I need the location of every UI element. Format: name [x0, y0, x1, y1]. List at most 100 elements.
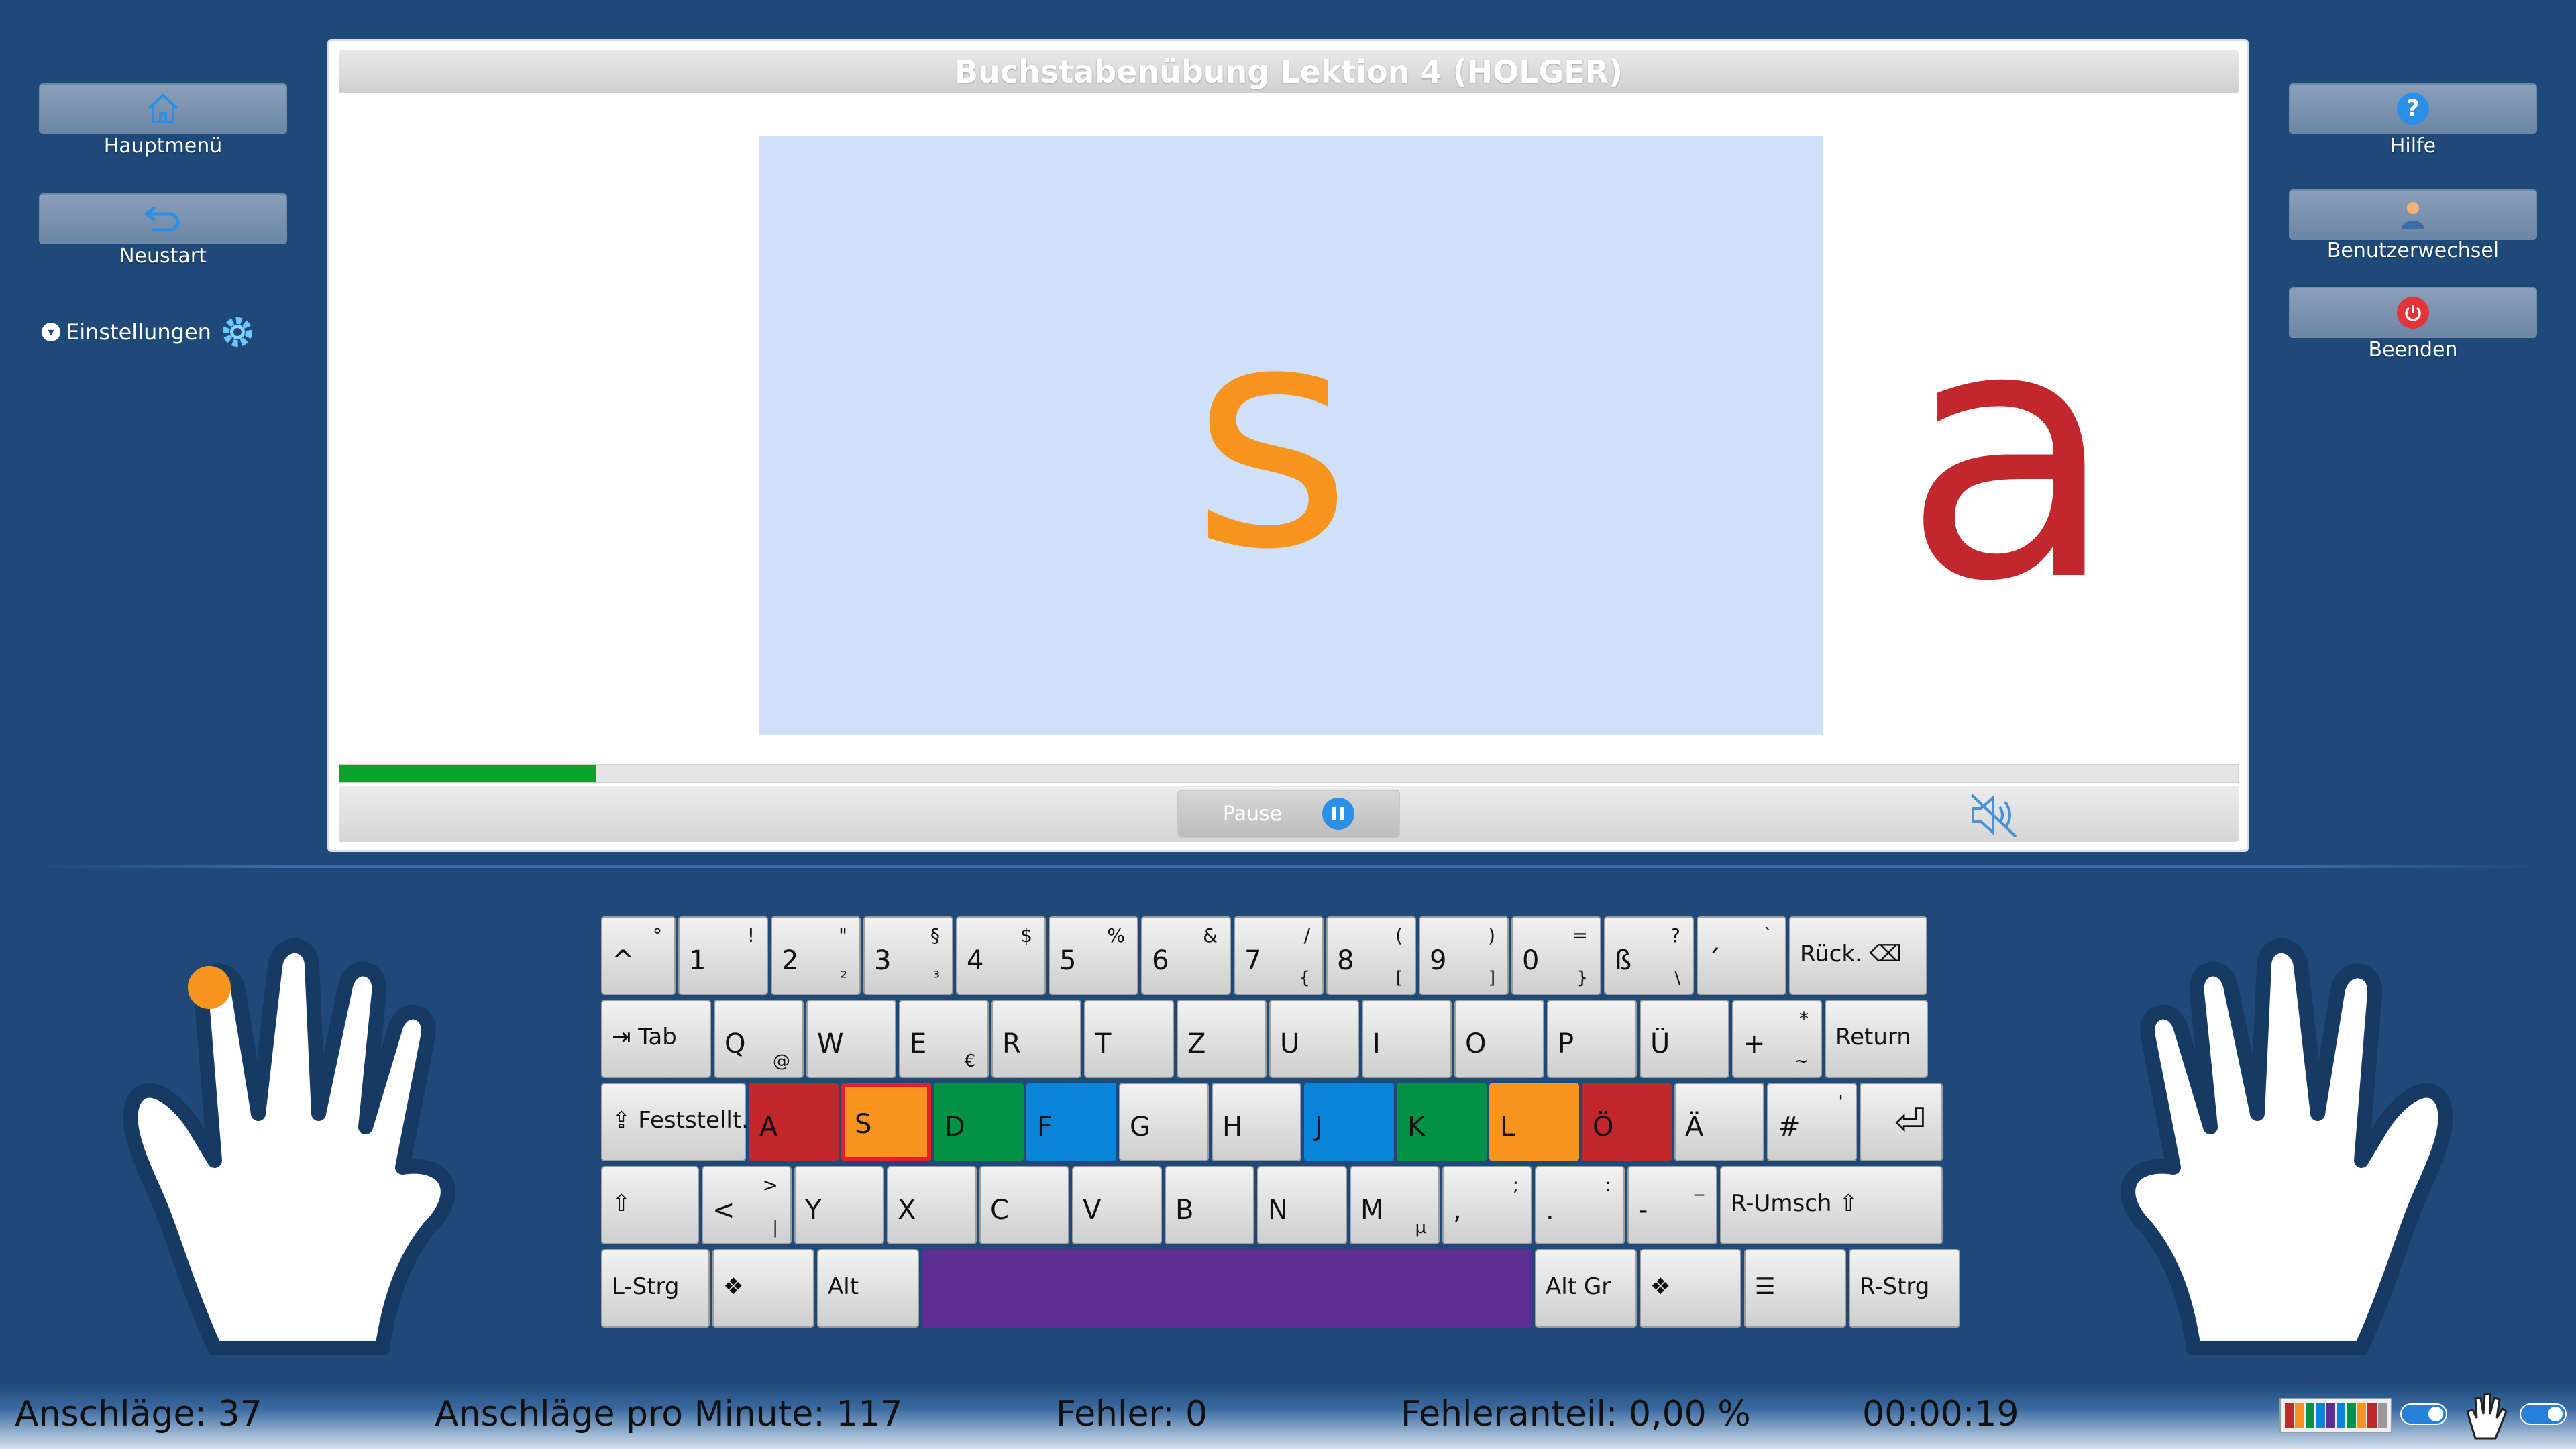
- key-1-13[interactable]: Return: [1825, 1000, 1928, 1078]
- key-shift-label: (: [1395, 924, 1403, 947]
- key-altgr-label: [: [1395, 968, 1403, 988]
- key-main-label: C: [990, 1195, 1009, 1226]
- key-2-5[interactable]: G: [1119, 1083, 1209, 1161]
- key-main-label: Ä: [1685, 1112, 1704, 1142]
- restart-button[interactable]: [39, 193, 287, 244]
- key-0-1[interactable]: 1!: [678, 916, 768, 995]
- keyboard-view-icon[interactable]: [2279, 1398, 2392, 1433]
- undo-arrow-icon: [144, 206, 180, 232]
- key-4-5[interactable]: ❖: [1640, 1249, 1741, 1328]
- key-0-12[interactable]: ´ `: [1697, 916, 1786, 995]
- key-3-0[interactable]: ⇧: [601, 1166, 699, 1244]
- key-2-12[interactable]: # ': [1767, 1083, 1857, 1161]
- keystrokes-per-minute: Anschläge pro Minute: 117: [435, 1394, 903, 1434]
- main-menu-button[interactable]: [39, 83, 287, 134]
- key-main-label: E: [910, 1028, 927, 1059]
- key-3-4[interactable]: C: [979, 1166, 1069, 1244]
- exercise-panel: Buchstabenübung Lektion 4 (HOLGER) s a P…: [327, 39, 2249, 852]
- key-2-1[interactable]: A: [749, 1083, 839, 1161]
- settings-label: Einstellungen: [66, 319, 211, 345]
- restart-label: Neustart: [119, 244, 207, 268]
- key-2-10[interactable]: Ö: [1582, 1083, 1672, 1161]
- key-4-3[interactable]: [922, 1249, 1532, 1328]
- key-0-11[interactable]: ß? \: [1604, 916, 1694, 995]
- key-label: ❖: [723, 1273, 744, 1300]
- key-2-8[interactable]: K: [1397, 1083, 1487, 1161]
- key-main-label: Q: [724, 1028, 746, 1059]
- key-0-8[interactable]: 8 ([: [1326, 916, 1416, 995]
- key-label: ⇥ Tab: [612, 1024, 677, 1051]
- quit-button[interactable]: [2289, 287, 2537, 338]
- home-icon: [148, 93, 178, 123]
- keyboard-toggle[interactable]: [2400, 1403, 2447, 1425]
- key-0-3[interactable]: 3 § ³: [863, 916, 953, 995]
- key-0-13[interactable]: Rück. ⌫: [1789, 916, 1927, 995]
- hands-toggle[interactable]: [2520, 1403, 2567, 1425]
- exercise-title: Buchstabenübung Lektion 4 (HOLGER): [339, 50, 2239, 93]
- key-3-12[interactable]: R-Umsch ⇧: [1720, 1166, 1943, 1244]
- key-4-0[interactable]: L-Strg: [601, 1249, 710, 1328]
- key-0-5[interactable]: 5%: [1049, 916, 1138, 995]
- key-1-11[interactable]: Ü: [1640, 1000, 1729, 1078]
- current-letter: s: [1191, 258, 1352, 617]
- key-3-1[interactable]: < > |: [702, 1166, 792, 1244]
- key-1-5[interactable]: T: [1084, 1000, 1174, 1078]
- key-4-1[interactable]: ❖: [712, 1249, 814, 1328]
- key-2-6[interactable]: H: [1212, 1083, 1301, 1161]
- key-3-2[interactable]: Y: [794, 1166, 884, 1244]
- key-0-6[interactable]: 6 &: [1141, 916, 1231, 995]
- key-0-4[interactable]: 4 $: [956, 916, 1046, 995]
- key-0-0[interactable]: ^ °: [601, 916, 676, 995]
- key-2-2[interactable]: S: [841, 1083, 931, 1161]
- pause-button[interactable]: Pause: [1177, 790, 1400, 838]
- key-1-10[interactable]: P: [1547, 1000, 1637, 1078]
- help-label: Hilfe: [2390, 134, 2436, 158]
- key-0-10[interactable]: 0 =}: [1511, 916, 1601, 995]
- key-2-4[interactable]: F: [1026, 1083, 1116, 1161]
- key-altgr-label: {: [1299, 968, 1310, 988]
- key-1-7[interactable]: U: [1269, 1000, 1359, 1078]
- key-3-5[interactable]: V: [1072, 1166, 1162, 1244]
- key-3-7[interactable]: N: [1257, 1166, 1347, 1244]
- key-4-7[interactable]: R-Strg: [1849, 1249, 1960, 1328]
- key-3-9[interactable]: ,;: [1442, 1166, 1532, 1244]
- switch-user-button[interactable]: [2289, 189, 2537, 240]
- key-2-0[interactable]: ⇪ Feststellt.: [601, 1083, 749, 1161]
- sound-muted-icon[interactable]: [1968, 790, 2021, 841]
- switch-user-label: Benutzerwechsel: [2326, 239, 2500, 262]
- key-label: ⇧: [612, 1190, 631, 1217]
- key-0-9[interactable]: 9)]: [1419, 916, 1509, 995]
- key-3-8[interactable]: Mµ: [1350, 1166, 1440, 1244]
- key-main-label: ´: [1707, 945, 1721, 976]
- key-1-4[interactable]: R: [991, 1000, 1081, 1078]
- key-4-4[interactable]: Alt Gr: [1535, 1249, 1637, 1328]
- key-label: ⇪ Feststellt.: [612, 1107, 749, 1134]
- key-1-3[interactable]: E €: [899, 1000, 989, 1078]
- key-2-3[interactable]: D: [934, 1083, 1024, 1161]
- key-2-11[interactable]: Ä: [1674, 1083, 1764, 1161]
- key-1-6[interactable]: Z: [1177, 1000, 1267, 1078]
- key-4-2[interactable]: Alt: [817, 1249, 919, 1328]
- help-button[interactable]: ?: [2289, 83, 2537, 134]
- settings-toggle[interactable]: ▾ Einstellungen: [42, 311, 258, 353]
- key-2-13[interactable]: ⏎: [1860, 1083, 1943, 1161]
- key-1-12[interactable]: + * ~: [1732, 1000, 1822, 1078]
- key-1-9[interactable]: O: [1454, 1000, 1544, 1078]
- key-0-2[interactable]: 2 " ²: [771, 916, 861, 995]
- key-1-2[interactable]: W: [806, 1000, 896, 1078]
- key-3-6[interactable]: B: [1165, 1166, 1254, 1244]
- key-4-6[interactable]: ☰: [1744, 1249, 1846, 1328]
- key-0-7[interactable]: 7 / {: [1234, 916, 1324, 995]
- key-3-3[interactable]: X: [887, 1166, 977, 1244]
- key-shift-label: `: [1764, 924, 1773, 947]
- key-2-7[interactable]: J: [1304, 1083, 1394, 1161]
- key-3-10[interactable]: .:: [1535, 1166, 1625, 1244]
- key-altgr-label: €: [964, 1051, 975, 1071]
- key-1-1[interactable]: Q @: [714, 1000, 804, 1078]
- key-1-0[interactable]: ⇥ Tab: [601, 1000, 711, 1078]
- hand-view-icon[interactable]: [2463, 1391, 2508, 1440]
- key-1-8[interactable]: I: [1362, 1000, 1452, 1078]
- key-shift-label: _: [1695, 1174, 1704, 1196]
- key-2-9[interactable]: L: [1489, 1083, 1579, 1161]
- key-3-11[interactable]: - _: [1627, 1166, 1717, 1244]
